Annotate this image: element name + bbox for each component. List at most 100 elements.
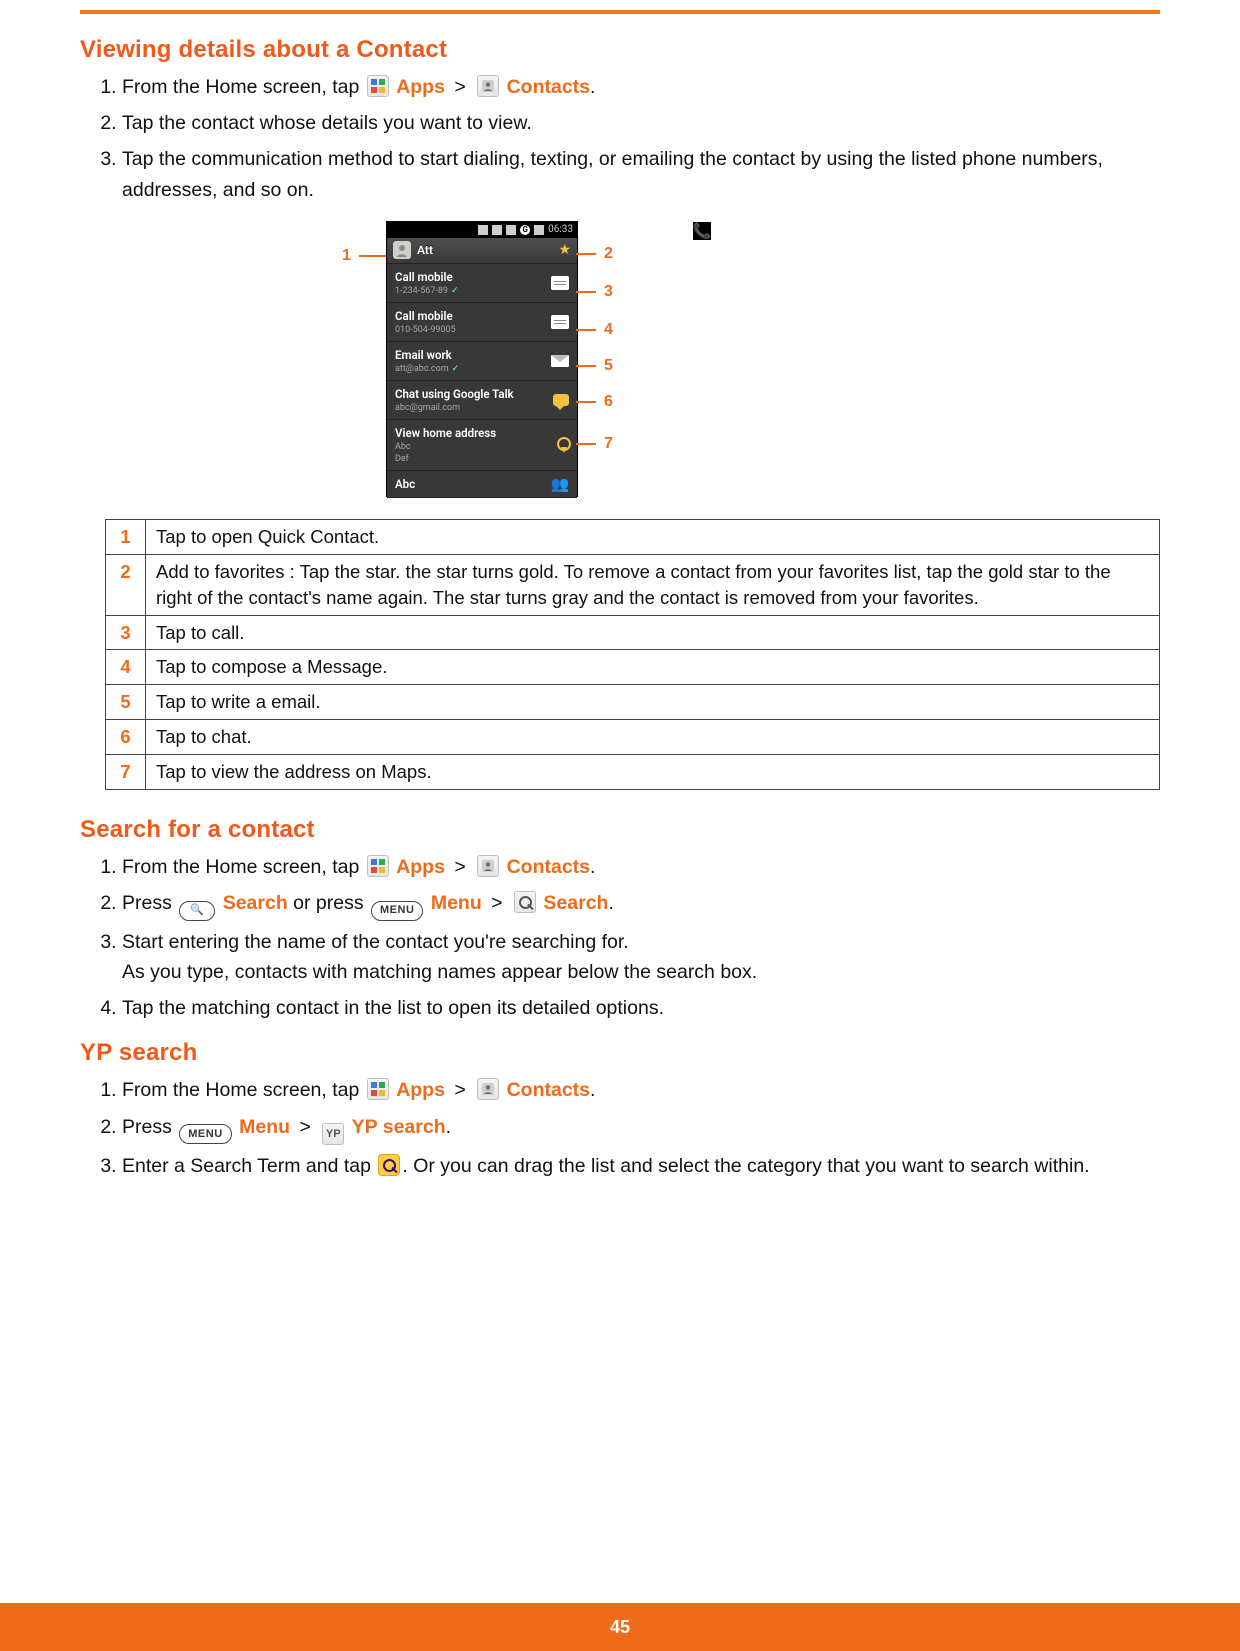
row-sub: att@abc.com bbox=[395, 364, 449, 374]
chat-icon[interactable] bbox=[553, 394, 569, 406]
menu-key-icon: MENU bbox=[371, 901, 423, 921]
callout-num: 1 bbox=[342, 247, 351, 265]
step-subtext: As you type, contacts with matching name… bbox=[122, 957, 1160, 987]
contact-name: Att bbox=[417, 243, 433, 257]
step-text: Tap the communication method to start di… bbox=[122, 148, 1103, 200]
legend-num: 6 bbox=[106, 720, 146, 755]
table-row: 3Tap to call. bbox=[106, 615, 1160, 650]
legend-text: Tap to view the address on Maps. bbox=[146, 755, 1160, 790]
yp-label: YP search bbox=[352, 1116, 446, 1138]
steps-yp: From the Home screen, tap Apps > Contact… bbox=[80, 1075, 1160, 1180]
apps-icon bbox=[367, 1078, 389, 1100]
yp-icon: YP bbox=[322, 1123, 344, 1145]
page-top-rule bbox=[80, 10, 1160, 14]
menu-key-icon: MENU bbox=[179, 1124, 231, 1144]
callout-2: 2 bbox=[576, 245, 613, 263]
callout-num: 7 bbox=[604, 435, 613, 453]
breadcrumb-separator: > bbox=[487, 892, 512, 914]
row-label: Chat using Google Talk bbox=[395, 387, 545, 401]
apps-label: Apps bbox=[396, 856, 445, 878]
legend-text: Tap to open Quick Contact. bbox=[146, 519, 1160, 554]
legend-text: Tap to write a email. bbox=[146, 685, 1160, 720]
steps-search: From the Home screen, tap Apps > Contact… bbox=[80, 852, 1160, 1023]
step-text: Tap the contact whose details you want t… bbox=[122, 112, 532, 134]
breadcrumb-separator: > bbox=[450, 1079, 475, 1101]
legend-num: 3 bbox=[106, 615, 146, 650]
callout-num: 3 bbox=[604, 283, 613, 301]
phone-titlebar: Att ★ bbox=[387, 238, 577, 264]
punct: . bbox=[590, 856, 595, 878]
row-sub: abc@gmail.com bbox=[395, 403, 460, 413]
mail-icon[interactable] bbox=[551, 355, 569, 367]
menu-key-label: MENU bbox=[380, 902, 414, 919]
callout-3: 3 bbox=[576, 283, 613, 301]
legend-num: 5 bbox=[106, 685, 146, 720]
check-icon: ✓ bbox=[452, 364, 460, 374]
table-row: 4Tap to compose a Message. bbox=[106, 650, 1160, 685]
phone-mock: G 06:33 Att ★ Call mobile 1-234-567-89✓ … bbox=[386, 221, 578, 497]
phone-icon[interactable]: 📞 bbox=[693, 222, 711, 240]
legend-text: Add to favorites : Tap the star. the sta… bbox=[146, 554, 1160, 615]
table-row: 7Tap to view the address on Maps. bbox=[106, 755, 1160, 790]
check-icon: ✓ bbox=[451, 286, 459, 296]
phone-status-bar: G 06:33 bbox=[387, 222, 577, 238]
callout-num: 4 bbox=[604, 321, 613, 339]
step: From the Home screen, tap Apps > Contact… bbox=[122, 1075, 1160, 1105]
contacts-label: Contacts bbox=[507, 856, 590, 878]
row-label: Call mobile bbox=[395, 270, 543, 284]
step: Tap the matching contact in the list to … bbox=[122, 993, 1160, 1023]
apps-label: Apps bbox=[396, 1079, 445, 1101]
contacts-icon bbox=[477, 75, 499, 97]
step: Press 🔍 Search or press MENU Menu > Sear… bbox=[122, 888, 1160, 921]
row-abc[interactable]: Abc 👥 bbox=[387, 471, 577, 498]
avatar[interactable] bbox=[393, 241, 411, 259]
row-chat-gtalk[interactable]: Chat using Google Talk abc@gmail.com bbox=[387, 381, 577, 420]
page: Viewing details about a Contact From the… bbox=[0, 0, 1240, 1651]
row-email-work[interactable]: Email work att@abc.com✓ bbox=[387, 342, 577, 381]
contacts-label: Contacts bbox=[507, 76, 590, 98]
status-battery-icon bbox=[492, 225, 502, 235]
menu-key-label: MENU bbox=[188, 1126, 222, 1143]
search-label: Search bbox=[543, 892, 608, 914]
status-sync-icon bbox=[478, 225, 488, 235]
contacts-icon bbox=[477, 1078, 499, 1100]
step: From the Home screen, tap Apps > Contact… bbox=[122, 72, 1160, 102]
legend-text: Tap to compose a Message. bbox=[146, 650, 1160, 685]
legend-num: 7 bbox=[106, 755, 146, 790]
contacts-icon bbox=[477, 855, 499, 877]
row-view-address[interactable]: View home address Abc Def bbox=[387, 420, 577, 471]
callout-7: 7 bbox=[576, 435, 613, 453]
step-text: Press bbox=[122, 892, 177, 914]
people-icon[interactable]: 👥 bbox=[551, 475, 569, 493]
map-pin-icon[interactable] bbox=[555, 437, 569, 453]
row-call-mobile-1[interactable]: Call mobile 1-234-567-89✓ 📞 bbox=[387, 264, 577, 303]
step-text: or press bbox=[293, 892, 369, 914]
message-icon[interactable] bbox=[551, 276, 569, 290]
section-title-viewing: Viewing details about a Contact bbox=[80, 36, 1160, 64]
message-icon[interactable] bbox=[551, 315, 569, 329]
status-g-icon: G bbox=[520, 225, 530, 235]
page-footer: 45 bbox=[0, 1603, 1240, 1651]
step: Tap the contact whose details you want t… bbox=[122, 108, 1160, 138]
search-label: Search bbox=[223, 892, 288, 914]
steps-viewing: From the Home screen, tap Apps > Contact… bbox=[80, 72, 1160, 205]
row-sub: 010-504-99005 bbox=[395, 325, 456, 335]
menu-label: Menu bbox=[431, 892, 482, 914]
figure-contact-details: 1 G 06:33 Att ★ Call mobile bbox=[80, 221, 1160, 501]
row-call-mobile-2[interactable]: Call mobile 010-504-99005 📞 bbox=[387, 303, 577, 342]
status-time: 06:33 bbox=[548, 224, 573, 235]
legend-num: 1 bbox=[106, 519, 146, 554]
row-label: Email work bbox=[395, 348, 543, 362]
callout-4: 4 bbox=[576, 321, 613, 339]
row-label: Call mobile bbox=[395, 309, 543, 323]
punct: . bbox=[590, 76, 595, 98]
callout-num: 2 bbox=[604, 245, 613, 263]
apps-icon bbox=[367, 855, 389, 877]
step-text: Tap the matching contact in the list to … bbox=[122, 997, 664, 1019]
callout-num: 6 bbox=[604, 393, 613, 411]
menu-label: Menu bbox=[239, 1116, 290, 1138]
star-icon[interactable]: ★ bbox=[558, 242, 571, 258]
page-number: 45 bbox=[610, 1617, 630, 1638]
row-label: View home address bbox=[395, 426, 547, 440]
breadcrumb-separator: > bbox=[450, 76, 475, 98]
